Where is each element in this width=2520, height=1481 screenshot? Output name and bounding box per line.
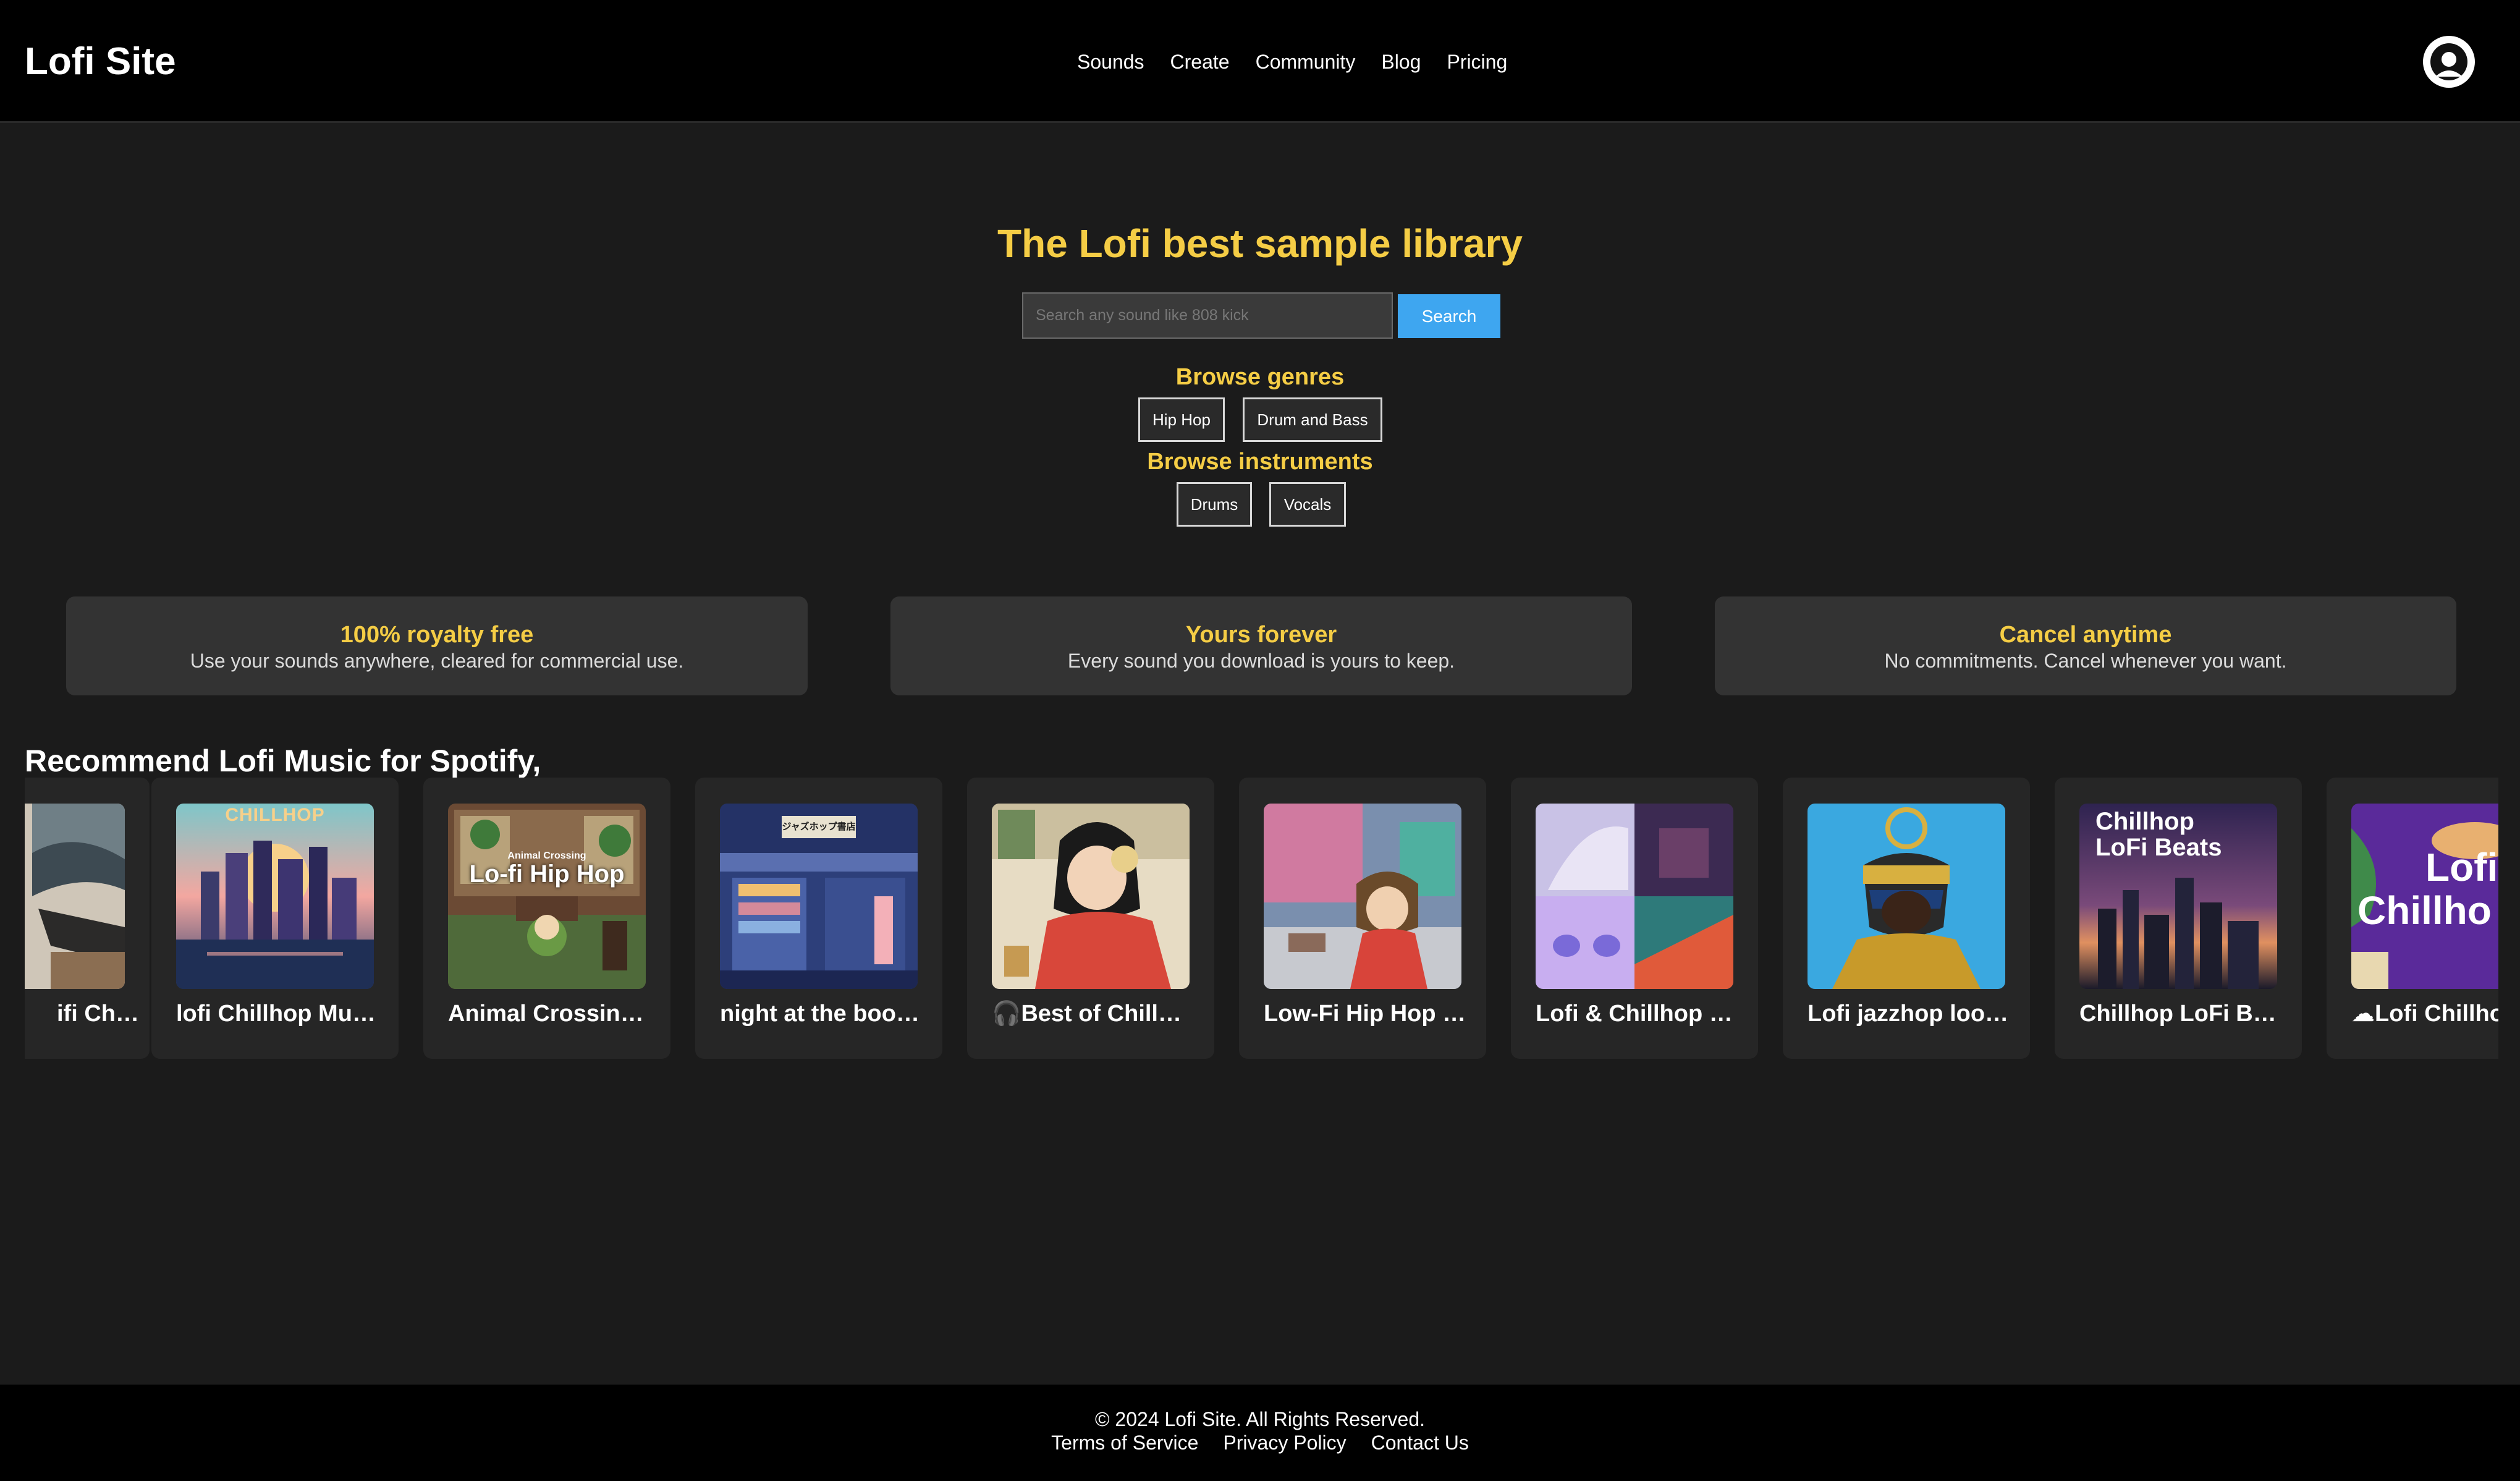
cover-caption: Lofi (2425, 845, 2498, 889)
privacy-policy-link[interactable]: Privacy Policy (1223, 1430, 1346, 1455)
playlist-card[interactable]: CHILLHOP lofi Chillhop Music (151, 778, 399, 1059)
playlist-cover-image (1808, 804, 2005, 989)
cover-caption: CHILLHOP (225, 805, 325, 825)
playlist-title: lofi Chillhop Music (176, 1001, 380, 1027)
main-nav: Sounds Create Community Blog Pricing (1077, 47, 1507, 77)
playlist-title: Animal Crossin… (448, 1001, 644, 1027)
recommend-title: Recommend Lofi Music for Spotify, (25, 744, 541, 778)
playlist-cover-image: ジャズホップ書店 (720, 804, 918, 989)
playlist-title: Lofi jazzhop loops (1808, 1001, 2011, 1027)
site-header: Lofi Site Sounds Create Community Blog P… (0, 0, 2520, 123)
browse-instruments-label: Browse instruments (1147, 449, 1373, 475)
playlist-card[interactable]: Lofi Chillho ☁Lofi Chillho (2327, 778, 2498, 1059)
playlist-title: Chillhop LoFi B… (2079, 1001, 2277, 1027)
instrument-drums-button[interactable]: Drums (1177, 482, 1252, 527)
cover-caption: LoFi Beats (2095, 834, 2222, 861)
playlist-cover-image: Lofi Chillho (2351, 804, 2498, 989)
playlist-card[interactable]: Lofi jazzhop loops (1783, 778, 2030, 1059)
terms-of-service-link[interactable]: Terms of Service (1051, 1430, 1198, 1455)
hero-title: The Lofi best sample library (997, 221, 1523, 266)
cover-caption: Chillhop (2095, 808, 2194, 835)
playlist-title: night at the boo… (720, 1001, 920, 1027)
playlist-title: ifi Ch… (57, 1001, 139, 1027)
playlist-cover-image: CHILLHOP (176, 804, 374, 989)
feature-title: Cancel anytime (1999, 622, 2172, 648)
playlist-title: Lofi & Chillhop … (1536, 1001, 1733, 1027)
playlist-cover-image: Animal Crossing Lo-fi Hip Hop (448, 804, 646, 989)
playlist-card[interactable]: ifi Ch… (25, 778, 150, 1059)
footer-links: Terms of Service Privacy Policy Contact … (0, 1430, 2520, 1455)
playlist-carousel[interactable]: ifi Ch… CHILLHOP lofi Chillhop Music Ani… (25, 778, 2498, 1062)
playlist-cover-image: Chillhop LoFi Beats (2079, 804, 2277, 989)
playlist-card[interactable]: Animal Crossing Lo-fi Hip Hop Animal Cro… (423, 778, 670, 1059)
playlist-cover-image (1264, 804, 1461, 989)
feature-description: No commitments. Cancel whenever you want… (1884, 650, 2287, 672)
cover-caption: Chillho (2357, 888, 2492, 933)
nav-community[interactable]: Community (1256, 47, 1356, 77)
playlist-cover-image (1536, 804, 1733, 989)
playlist-cover-image (25, 804, 125, 989)
playlist-card[interactable]: 🎧Best of Chillh… (967, 778, 1214, 1059)
nav-sounds[interactable]: Sounds (1077, 47, 1144, 77)
feature-title: Yours forever (1185, 622, 1337, 648)
copyright-text: © 2024 Lofi Site. All Rights Reserved. (1094, 1408, 1426, 1430)
browse-genres-label: Browse genres (1175, 364, 1345, 390)
site-logo[interactable]: Lofi Site (25, 36, 176, 88)
nav-blog[interactable]: Blog (1381, 47, 1421, 77)
genre-hip-hop-button[interactable]: Hip Hop (1138, 397, 1225, 442)
playlist-card[interactable]: Chillhop LoFi Beats Chillhop LoFi B… (2055, 778, 2302, 1059)
cover-caption: Lo-fi Hip Hop (469, 860, 625, 888)
nav-create[interactable]: Create (1170, 47, 1230, 77)
instrument-vocals-button[interactable]: Vocals (1269, 482, 1346, 527)
site-footer: © 2024 Lofi Site. All Rights Reserved. T… (0, 1385, 2520, 1481)
playlist-card[interactable]: Low-Fi Hip Hop … (1239, 778, 1486, 1059)
playlist-title: ☁Lofi Chillho (2351, 1001, 2498, 1027)
user-avatar-icon[interactable] (2423, 36, 2475, 88)
feature-card-cancel-anytime: Cancel anytime No commitments. Cancel wh… (1715, 596, 2456, 695)
playlist-title: Low-Fi Hip Hop … (1264, 1001, 1466, 1027)
feature-title: 100% royalty free (340, 622, 534, 648)
cover-caption: ジャズホップ書店 (782, 821, 856, 832)
contact-us-link[interactable]: Contact Us (1371, 1430, 1469, 1455)
search-button[interactable]: Search (1398, 294, 1500, 338)
feature-card-yours-forever: Yours forever Every sound you download i… (890, 596, 1632, 695)
genre-drum-and-bass-button[interactable]: Drum and Bass (1243, 397, 1382, 442)
feature-card-royalty-free: 100% royalty free Use your sounds anywhe… (66, 596, 808, 695)
feature-description: Every sound you download is yours to kee… (1067, 650, 1455, 672)
feature-description: Use your sounds anywhere, cleared for co… (190, 650, 684, 672)
playlist-cover-image (992, 804, 1190, 989)
playlist-title: 🎧Best of Chillh… (992, 1001, 1196, 1027)
search-input[interactable] (1022, 292, 1393, 339)
nav-pricing[interactable]: Pricing (1447, 47, 1507, 77)
playlist-card[interactable]: Lofi & Chillhop … (1511, 778, 1758, 1059)
playlist-card[interactable]: ジャズホップ書店 night at the boo… (695, 778, 942, 1059)
